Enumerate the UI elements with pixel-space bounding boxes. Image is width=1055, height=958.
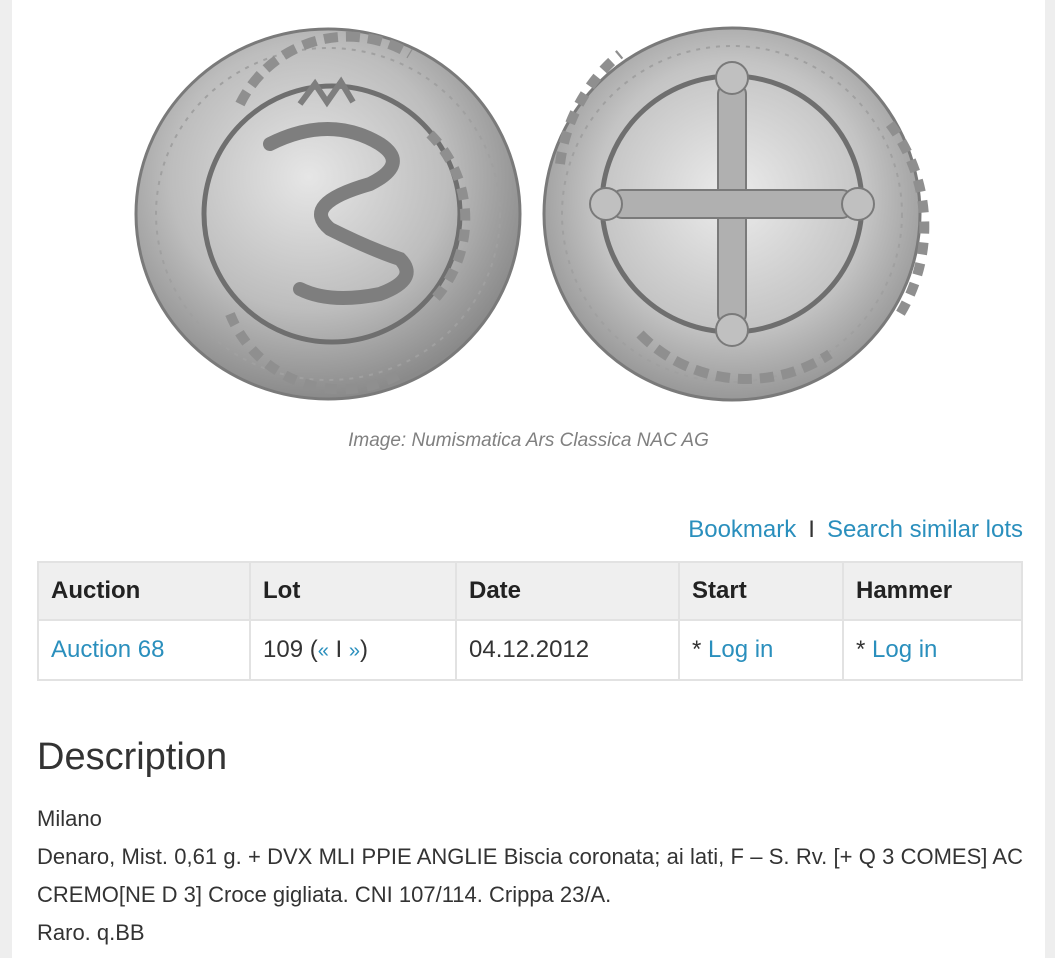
right-gutter xyxy=(1045,0,1055,958)
lot-table: Auction Lot Date Start Hammer Auction 68… xyxy=(37,561,1023,681)
search-similar-lots-link[interactable]: Search similar lots xyxy=(827,516,1023,543)
coin-obverse xyxy=(134,27,522,401)
lot-number: 109 ( xyxy=(263,636,318,663)
cell-auction: Auction 68 xyxy=(37,619,251,681)
column-header-auction: Auction xyxy=(37,561,251,621)
hammer-login-link[interactable]: Log in xyxy=(872,636,937,663)
left-gutter xyxy=(0,0,12,958)
description-line-mint: Milano xyxy=(37,806,102,831)
lot-actions: Bookmark I Search similar lots xyxy=(688,516,1023,544)
previous-lot-link[interactable]: « xyxy=(318,640,329,662)
cell-hammer: * Log in xyxy=(842,619,1023,681)
coin-reverse xyxy=(542,26,930,402)
lot-close-paren: ) xyxy=(359,636,368,663)
hammer-asterisk: * xyxy=(856,636,873,663)
auction-link[interactable]: Auction 68 xyxy=(51,636,164,663)
cell-lot: 109 (« I ») xyxy=(249,619,457,681)
description-heading: Description xyxy=(37,736,228,778)
column-header-start: Start xyxy=(678,561,844,621)
column-header-date: Date xyxy=(455,561,680,621)
actions-separator: I xyxy=(808,516,815,543)
cell-start: * Log in xyxy=(678,619,844,681)
description-body: Milano Denaro, Mist. 0,61 g. + DVX MLI P… xyxy=(37,800,1023,952)
next-lot-link[interactable]: » xyxy=(349,640,360,662)
start-login-link[interactable]: Log in xyxy=(708,636,773,663)
description-line-grade: Raro. q.BB xyxy=(37,920,145,945)
cell-date: 04.12.2012 xyxy=(455,619,680,681)
column-header-hammer: Hammer xyxy=(842,561,1023,621)
image-caption: Image: Numismatica Ars Classica NAC AG xyxy=(348,430,709,451)
start-asterisk: * xyxy=(692,636,709,663)
description-line-details: Denaro, Mist. 0,61 g. + DVX MLI PPIE ANG… xyxy=(37,844,1023,907)
bookmark-link[interactable]: Bookmark xyxy=(688,516,796,543)
lot-nav-separator: I xyxy=(335,636,343,663)
table-row: Auction 68 109 (« I ») 04.12.2012 * Log … xyxy=(37,619,1023,681)
lot-table-header-row: Auction Lot Date Start Hammer xyxy=(37,561,1023,621)
coin-image xyxy=(120,14,940,414)
column-header-lot: Lot xyxy=(249,561,457,621)
